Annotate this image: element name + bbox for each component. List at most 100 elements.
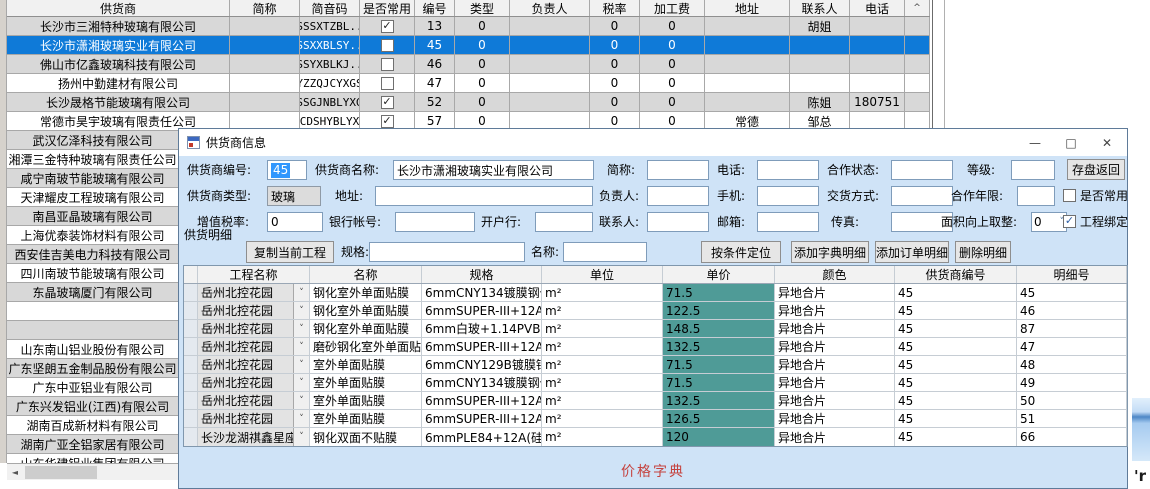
common-checkbox[interactable]: ✓ — [381, 20, 394, 33]
common-checkbox[interactable] — [381, 39, 394, 52]
combo-arrow-icon[interactable]: ˅ — [293, 302, 309, 319]
supplier-no-input[interactable]: 45 — [267, 160, 307, 180]
combo-arrow-icon[interactable]: ˅ — [293, 338, 309, 355]
col-header-abbr[interactable]: 简称 — [230, 0, 300, 16]
supplier-row[interactable]: 扬州中勤建材有限公司YZZQJCYXGS47000 — [7, 74, 930, 93]
detail-col-header-unit[interactable]: 单位 — [542, 266, 663, 283]
bank-account-input[interactable] — [395, 212, 475, 232]
delivery-method-input[interactable] — [891, 186, 953, 206]
project-combo[interactable]: 岳州北控花园˅ — [198, 320, 309, 337]
project-combo[interactable]: 岳州北控花园˅ — [198, 338, 309, 355]
col-header-no[interactable]: 编号 — [415, 0, 455, 16]
common-checkbox[interactable]: ✓ — [381, 96, 394, 109]
detail-row[interactable]: 岳州北控花园˅室外单面贴膜6mmCNY129B镀膜钢化m²71.5异地合片454… — [184, 356, 1127, 374]
project-combo[interactable]: 岳州北控花园˅ — [198, 374, 309, 391]
delete-detail-button[interactable]: 删除明细 — [955, 241, 1011, 263]
grade-input[interactable] — [1011, 160, 1055, 180]
area-round-up-dropdown[interactable]: 0 ˅ — [1031, 212, 1067, 232]
email-input[interactable] — [757, 212, 819, 232]
combo-arrow-icon[interactable]: ˅ — [293, 392, 309, 409]
save-return-button[interactable]: 存盘返回 — [1067, 159, 1125, 180]
common-checkbox[interactable] — [381, 58, 394, 71]
project-bind-checkbox[interactable]: ✓ — [1063, 215, 1076, 228]
combo-arrow-icon[interactable]: ˅ — [293, 428, 309, 446]
supplier-row[interactable]: 南昌亚晶玻璃有限公司 — [7, 207, 178, 226]
project-combo[interactable]: 长沙龙湖祺鑫星座˅ — [198, 428, 309, 446]
detail-row[interactable]: 岳州北控花园˅磨砂钢化室外单面贴膜6mmSUPER-III+12A(硅...m²… — [184, 338, 1127, 356]
combo-arrow-icon[interactable]: ˅ — [293, 410, 309, 427]
supplier-row[interactable]: 山东南山铝业股份有限公司 — [7, 340, 178, 359]
coop-status-input[interactable] — [891, 160, 953, 180]
manager-input[interactable] — [647, 186, 709, 206]
supplier-row[interactable]: 广东中亚铝业有限公司 — [7, 378, 178, 397]
minimize-button[interactable]: — — [1017, 129, 1053, 156]
detail-row[interactable]: 岳州北控花园˅钢化室外单面贴膜6mm白玻+1.14PVB+6mm...m²148… — [184, 320, 1127, 338]
address-input[interactable] — [375, 186, 593, 206]
col-header-type[interactable]: 类型 — [455, 0, 510, 16]
maximize-button[interactable]: □ — [1053, 129, 1089, 156]
supplier-row[interactable]: 湖南广亚全铝家居有限公司 — [7, 435, 178, 454]
col-header-contact[interactable]: 联系人 — [790, 0, 850, 16]
supplier-row[interactable]: 东晶玻璃厦门有限公司 — [7, 283, 178, 302]
col-header-phone[interactable]: 电话 — [850, 0, 905, 16]
combo-arrow-icon[interactable]: ˅ — [293, 374, 309, 391]
detail-col-header-price[interactable]: 单价 — [663, 266, 775, 283]
col-header-pinyin[interactable]: 简音码 — [300, 0, 360, 16]
supplier-row[interactable] — [7, 321, 178, 340]
horizontal-scrollbar[interactable]: ◄ — [7, 463, 178, 480]
bank-branch-input[interactable] — [535, 212, 593, 232]
project-combo[interactable]: 岳州北控花园˅ — [198, 410, 309, 427]
col-header-supplier[interactable]: 供货商 — [7, 0, 230, 16]
horizontal-scrollbar-thumb[interactable] — [25, 466, 97, 479]
col-header-fee[interactable]: 加工费 — [640, 0, 705, 16]
contact-input[interactable] — [647, 212, 709, 232]
supplier-row[interactable]: 长沙晟格节能玻璃有限公司CSSGJNBLYXGS✓52000陈姐180751 — [7, 93, 930, 112]
coop-years-input[interactable] — [1017, 186, 1055, 206]
copy-current-project-button[interactable]: 复制当前工程 — [246, 241, 334, 263]
spec-filter-input[interactable] — [369, 242, 525, 262]
abbr-input[interactable] — [647, 160, 709, 180]
col-header-manager[interactable]: 负责人 — [510, 0, 590, 16]
supplier-type-input[interactable] — [267, 186, 321, 206]
locate-by-condition-button[interactable]: 按条件定位 — [701, 241, 781, 263]
project-combo[interactable]: 岳州北控花园˅ — [198, 284, 309, 301]
detail-row[interactable]: 岳州北控花园˅室外单面贴膜6mmSUPER-III+12A(硅...m²132.… — [184, 392, 1127, 410]
detail-row[interactable]: 岳州北控花园˅钢化室外单面贴膜6mmCNY134镀膜钢化m²71.5异地合片45… — [184, 284, 1127, 302]
dialog-titlebar[interactable]: 供货商信息 — □ ✕ — [179, 129, 1127, 156]
supplier-row[interactable]: 武汉亿泽科技有限公司 — [7, 131, 178, 150]
col-header-tax[interactable]: 税率 — [590, 0, 640, 16]
close-button[interactable]: ✕ — [1089, 129, 1125, 156]
supplier-row[interactable]: 四川南玻节能玻璃有限公司 — [7, 264, 178, 283]
supplier-row[interactable]: 咸宁南玻节能玻璃有限公司 — [7, 169, 178, 188]
supplier-row[interactable]: 佛山市亿鑫玻璃科技有限公司FSSYXBLKJ...46000 — [7, 55, 930, 74]
col-header-common[interactable]: 是否常用 — [360, 0, 415, 16]
detail-col-header-spec[interactable]: 规格 — [422, 266, 542, 283]
supplier-row[interactable]: 广东坚朗五金制品股份有限公司 — [7, 359, 178, 378]
detail-row[interactable]: 岳州北控花园˅室外单面贴膜6mmCNY134镀膜钢化m²71.5异地合片4549 — [184, 374, 1127, 392]
detail-col-header-color[interactable]: 颜色 — [775, 266, 895, 283]
col-header-address[interactable]: 地址 — [705, 0, 790, 16]
add-dict-detail-button[interactable]: 添加字典明细 — [791, 241, 869, 263]
scrollbar-up-icon[interactable]: ^ — [905, 0, 930, 16]
supplier-row[interactable]: 西安佳吉美电力科技有限公司 — [7, 245, 178, 264]
detail-row[interactable]: 长沙龙湖祺鑫星座˅钢化双面不贴膜6mmPLE84+12A(硅酮胶...m²120… — [184, 428, 1127, 446]
project-combo[interactable]: 岳州北控花园˅ — [198, 392, 309, 409]
scroll-left-icon[interactable]: ◄ — [7, 468, 23, 477]
project-combo[interactable]: 岳州北控花园˅ — [198, 302, 309, 319]
detail-col-header-name[interactable]: 名称 — [310, 266, 422, 283]
supplier-row[interactable]: 广东兴发铝业(江西)有限公司 — [7, 397, 178, 416]
common-checkbox[interactable]: ✓ — [381, 115, 394, 128]
detail-col-header-supplier_no[interactable]: 供货商编号 — [895, 266, 1017, 283]
add-order-detail-button[interactable]: 添加订单明细 — [875, 241, 949, 263]
mobile-input[interactable] — [757, 186, 819, 206]
detail-col-header-detail_no[interactable]: 明细号 — [1017, 266, 1127, 283]
detail-col-header-project[interactable]: 工程名称 — [198, 266, 310, 283]
supplier-row[interactable]: 长沙市潇湘玻璃实业有限公司CSSXXBLSY...45000 — [7, 36, 930, 55]
detail-row[interactable]: 岳州北控花园˅钢化室外单面贴膜6mmSUPER-III+12A(硅...m²12… — [184, 302, 1127, 320]
combo-arrow-icon[interactable]: ˅ — [293, 356, 309, 373]
project-combo[interactable]: 岳州北控花园˅ — [198, 356, 309, 373]
supplier-name-input[interactable] — [393, 160, 594, 180]
supplier-row[interactable]: 湖南百成新材料有限公司 — [7, 416, 178, 435]
is-common-checkbox[interactable] — [1063, 189, 1076, 202]
vat-rate-input[interactable] — [267, 212, 323, 232]
